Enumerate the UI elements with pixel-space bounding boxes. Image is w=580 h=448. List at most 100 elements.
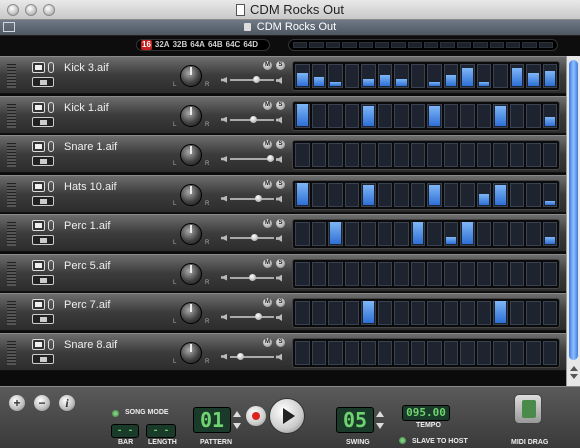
sample-edit-icon[interactable]: [32, 141, 45, 152]
drag-handle-icon[interactable]: [7, 64, 16, 88]
solo-button[interactable]: S: [276, 100, 285, 110]
step-cell[interactable]: [394, 143, 409, 167]
step-cell[interactable]: [526, 340, 541, 365]
pattern-option[interactable]: 64C: [226, 40, 241, 50]
step-cell[interactable]: [476, 182, 491, 207]
solo-button[interactable]: S: [276, 337, 285, 347]
mute-button[interactable]: M: [263, 140, 272, 149]
step-cell[interactable]: [427, 143, 442, 167]
step-cell[interactable]: [443, 64, 458, 88]
sample-edit-icon[interactable]: [32, 338, 45, 350]
pattern-option[interactable]: 64D: [243, 40, 258, 50]
track-row[interactable]: Perc 1.aif L R M S: [0, 214, 566, 252]
step-cell[interactable]: [361, 64, 376, 88]
step-cell[interactable]: [361, 340, 376, 365]
step-cell[interactable]: [460, 340, 475, 365]
step-cell[interactable]: [377, 301, 392, 325]
volume-slider-thumb[interactable]: [249, 115, 257, 123]
step-cell[interactable]: [328, 261, 343, 286]
step-cell[interactable]: [460, 261, 475, 286]
volume-slider[interactable]: [230, 115, 274, 123]
sample-edit-icon[interactable]: [32, 299, 45, 310]
step-cell[interactable]: [427, 301, 442, 325]
step-cell[interactable]: [394, 182, 409, 207]
step-cell[interactable]: [311, 261, 326, 286]
sample-load-icon[interactable]: [32, 274, 54, 285]
step-cell[interactable]: [410, 64, 425, 88]
pattern-option[interactable]: 32A: [155, 40, 170, 50]
sample-load-icon[interactable]: [32, 116, 54, 127]
step-cell[interactable]: [295, 261, 310, 286]
lock-icon[interactable]: [48, 220, 54, 231]
mute-button[interactable]: M: [263, 61, 272, 70]
step-cell[interactable]: [427, 64, 442, 88]
step-cell[interactable]: [509, 103, 524, 128]
step-cell[interactable]: [476, 222, 491, 246]
step-cell[interactable]: [427, 340, 442, 365]
step-cell[interactable]: [328, 301, 343, 325]
track-row[interactable]: Kick 1.aif L R M S: [0, 95, 566, 134]
step-cell[interactable]: [344, 222, 359, 246]
step-cell[interactable]: [295, 301, 310, 325]
step-cell[interactable]: [394, 261, 409, 286]
step-cell[interactable]: [311, 340, 326, 365]
step-cell[interactable]: [410, 143, 425, 167]
step-cell[interactable]: [493, 222, 508, 246]
play-button[interactable]: [269, 398, 305, 434]
sample-load-icon[interactable]: [32, 156, 54, 166]
tempo-display[interactable]: 095.00: [402, 405, 450, 421]
step-cell[interactable]: [295, 222, 310, 246]
step-cell[interactable]: [410, 261, 425, 286]
step-cell[interactable]: [509, 261, 524, 286]
step-cell[interactable]: [344, 103, 359, 128]
mute-button[interactable]: M: [263, 258, 272, 268]
step-cell[interactable]: [476, 143, 491, 167]
step-cell[interactable]: [377, 261, 392, 286]
step-cell[interactable]: [361, 182, 376, 207]
step-cell[interactable]: [493, 143, 508, 167]
lock-icon[interactable]: [48, 141, 54, 152]
pattern-stepper-icon[interactable]: [233, 409, 241, 431]
lock-icon[interactable]: [48, 299, 54, 310]
step-cell[interactable]: [443, 143, 458, 167]
step-cell[interactable]: [526, 143, 541, 167]
step-cell[interactable]: [493, 301, 508, 325]
step-cell[interactable]: [344, 143, 359, 167]
drag-handle-icon[interactable]: [7, 340, 16, 365]
step-cell[interactable]: [377, 182, 392, 207]
pan-knob[interactable]: [180, 144, 202, 166]
step-cell[interactable]: [443, 182, 458, 207]
volume-slider-thumb[interactable]: [267, 155, 274, 162]
solo-button[interactable]: S: [276, 219, 285, 228]
step-cell[interactable]: [394, 222, 409, 246]
lock-icon[interactable]: [48, 62, 54, 73]
step-cell[interactable]: [328, 103, 343, 128]
step-cell[interactable]: [443, 103, 458, 128]
track-row[interactable]: Perc 5.aif L R M S: [0, 253, 566, 292]
sample-load-icon[interactable]: [32, 195, 54, 206]
mute-button[interactable]: M: [263, 337, 272, 347]
sample-edit-icon[interactable]: [32, 101, 45, 113]
step-cell[interactable]: [361, 143, 376, 167]
step-cell[interactable]: [526, 182, 541, 207]
step-cell[interactable]: [344, 64, 359, 88]
pan-knob[interactable]: [180, 262, 202, 285]
info-button[interactable]: i: [59, 395, 75, 411]
step-cell[interactable]: [493, 64, 508, 88]
sample-load-icon[interactable]: [32, 235, 54, 245]
midi-drag-icon[interactable]: [514, 394, 542, 424]
step-cell[interactable]: [427, 103, 442, 128]
step-cell[interactable]: [394, 301, 409, 325]
lock-icon[interactable]: [48, 180, 54, 192]
step-cell[interactable]: [344, 182, 359, 207]
step-cell[interactable]: [328, 182, 343, 207]
step-cell[interactable]: [460, 301, 475, 325]
step-cell[interactable]: [377, 143, 392, 167]
step-cell[interactable]: [361, 222, 376, 246]
step-cell[interactable]: [295, 103, 310, 128]
step-cell[interactable]: [361, 103, 376, 128]
volume-slider[interactable]: [230, 273, 274, 281]
step-cell[interactable]: [377, 103, 392, 128]
step-cell[interactable]: [460, 222, 475, 246]
step-cell[interactable]: [410, 103, 425, 128]
